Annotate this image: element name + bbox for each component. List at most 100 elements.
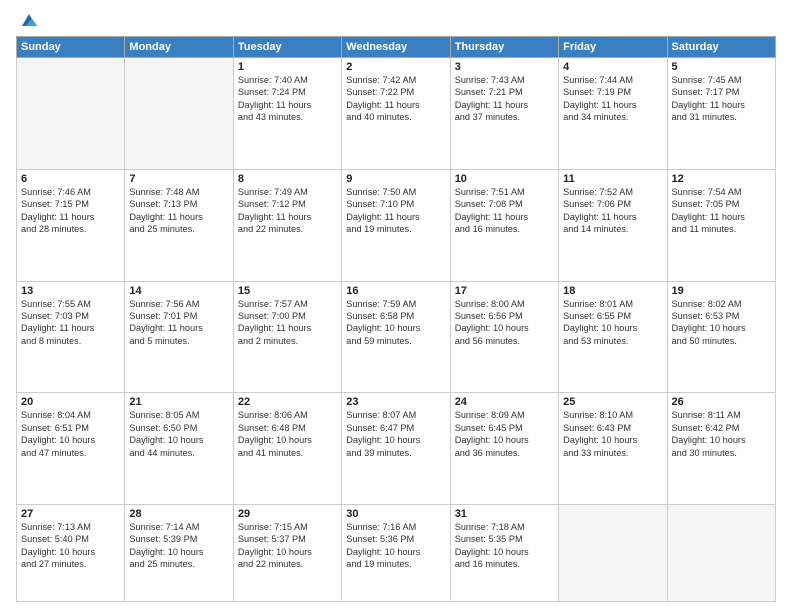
day-number: 31 [455, 508, 554, 520]
day-info: Sunrise: 7:44 AM Sunset: 7:19 PM Dayligh… [563, 74, 662, 124]
day-number: 14 [129, 285, 228, 297]
calendar-cell: 17Sunrise: 8:00 AM Sunset: 6:56 PM Dayli… [450, 281, 558, 393]
weekday-header-row: SundayMondayTuesdayWednesdayThursdayFrid… [17, 37, 776, 58]
day-number: 24 [455, 396, 554, 408]
weekday-header-sunday: Sunday [17, 37, 125, 58]
calendar-cell [667, 505, 775, 602]
day-number: 29 [238, 508, 337, 520]
day-info: Sunrise: 7:45 AM Sunset: 7:17 PM Dayligh… [672, 74, 771, 124]
day-info: Sunrise: 8:05 AM Sunset: 6:50 PM Dayligh… [129, 409, 228, 459]
logo-icon [20, 12, 38, 30]
calendar-cell: 30Sunrise: 7:16 AM Sunset: 5:36 PM Dayli… [342, 505, 450, 602]
calendar-table: SundayMondayTuesdayWednesdayThursdayFrid… [16, 36, 776, 602]
day-number: 2 [346, 61, 445, 73]
day-number: 7 [129, 173, 228, 185]
day-info: Sunrise: 7:51 AM Sunset: 7:08 PM Dayligh… [455, 186, 554, 236]
day-number: 5 [672, 61, 771, 73]
calendar-cell: 16Sunrise: 7:59 AM Sunset: 6:58 PM Dayli… [342, 281, 450, 393]
day-number: 23 [346, 396, 445, 408]
calendar-cell: 9Sunrise: 7:50 AM Sunset: 7:10 PM Daylig… [342, 169, 450, 281]
weekday-header-wednesday: Wednesday [342, 37, 450, 58]
day-number: 9 [346, 173, 445, 185]
calendar-cell: 18Sunrise: 8:01 AM Sunset: 6:55 PM Dayli… [559, 281, 667, 393]
day-info: Sunrise: 8:09 AM Sunset: 6:45 PM Dayligh… [455, 409, 554, 459]
day-info: Sunrise: 8:00 AM Sunset: 6:56 PM Dayligh… [455, 298, 554, 348]
calendar-cell [17, 58, 125, 170]
week-row-2: 6Sunrise: 7:46 AM Sunset: 7:15 PM Daylig… [17, 169, 776, 281]
calendar-cell: 31Sunrise: 7:18 AM Sunset: 5:35 PM Dayli… [450, 505, 558, 602]
day-info: Sunrise: 7:54 AM Sunset: 7:05 PM Dayligh… [672, 186, 771, 236]
day-info: Sunrise: 8:01 AM Sunset: 6:55 PM Dayligh… [563, 298, 662, 348]
day-info: Sunrise: 8:06 AM Sunset: 6:48 PM Dayligh… [238, 409, 337, 459]
calendar-cell: 23Sunrise: 8:07 AM Sunset: 6:47 PM Dayli… [342, 393, 450, 505]
calendar-cell: 28Sunrise: 7:14 AM Sunset: 5:39 PM Dayli… [125, 505, 233, 602]
calendar-cell: 4Sunrise: 7:44 AM Sunset: 7:19 PM Daylig… [559, 58, 667, 170]
day-number: 3 [455, 61, 554, 73]
day-info: Sunrise: 7:50 AM Sunset: 7:10 PM Dayligh… [346, 186, 445, 236]
day-number: 6 [21, 173, 120, 185]
calendar-cell: 25Sunrise: 8:10 AM Sunset: 6:43 PM Dayli… [559, 393, 667, 505]
calendar-cell [125, 58, 233, 170]
header [16, 12, 776, 30]
calendar-cell: 5Sunrise: 7:45 AM Sunset: 7:17 PM Daylig… [667, 58, 775, 170]
calendar-cell: 8Sunrise: 7:49 AM Sunset: 7:12 PM Daylig… [233, 169, 341, 281]
day-info: Sunrise: 7:55 AM Sunset: 7:03 PM Dayligh… [21, 298, 120, 348]
calendar-cell: 29Sunrise: 7:15 AM Sunset: 5:37 PM Dayli… [233, 505, 341, 602]
day-number: 27 [21, 508, 120, 520]
calendar-cell: 10Sunrise: 7:51 AM Sunset: 7:08 PM Dayli… [450, 169, 558, 281]
calendar-cell [559, 505, 667, 602]
day-info: Sunrise: 8:10 AM Sunset: 6:43 PM Dayligh… [563, 409, 662, 459]
day-number: 4 [563, 61, 662, 73]
day-info: Sunrise: 7:42 AM Sunset: 7:22 PM Dayligh… [346, 74, 445, 124]
day-info: Sunrise: 8:02 AM Sunset: 6:53 PM Dayligh… [672, 298, 771, 348]
weekday-header-tuesday: Tuesday [233, 37, 341, 58]
day-info: Sunrise: 7:56 AM Sunset: 7:01 PM Dayligh… [129, 298, 228, 348]
day-number: 18 [563, 285, 662, 297]
calendar-cell: 1Sunrise: 7:40 AM Sunset: 7:24 PM Daylig… [233, 58, 341, 170]
weekday-header-friday: Friday [559, 37, 667, 58]
week-row-1: 1Sunrise: 7:40 AM Sunset: 7:24 PM Daylig… [17, 58, 776, 170]
day-info: Sunrise: 7:59 AM Sunset: 6:58 PM Dayligh… [346, 298, 445, 348]
calendar-cell: 21Sunrise: 8:05 AM Sunset: 6:50 PM Dayli… [125, 393, 233, 505]
day-number: 22 [238, 396, 337, 408]
day-number: 19 [672, 285, 771, 297]
day-number: 13 [21, 285, 120, 297]
logo [16, 12, 38, 30]
day-number: 17 [455, 285, 554, 297]
day-number: 1 [238, 61, 337, 73]
day-info: Sunrise: 8:07 AM Sunset: 6:47 PM Dayligh… [346, 409, 445, 459]
day-info: Sunrise: 7:15 AM Sunset: 5:37 PM Dayligh… [238, 521, 337, 571]
day-number: 12 [672, 173, 771, 185]
calendar-cell: 11Sunrise: 7:52 AM Sunset: 7:06 PM Dayli… [559, 169, 667, 281]
day-info: Sunrise: 7:18 AM Sunset: 5:35 PM Dayligh… [455, 521, 554, 571]
calendar-cell: 6Sunrise: 7:46 AM Sunset: 7:15 PM Daylig… [17, 169, 125, 281]
day-info: Sunrise: 7:46 AM Sunset: 7:15 PM Dayligh… [21, 186, 120, 236]
day-number: 25 [563, 396, 662, 408]
day-number: 16 [346, 285, 445, 297]
day-info: Sunrise: 7:40 AM Sunset: 7:24 PM Dayligh… [238, 74, 337, 124]
calendar-cell: 12Sunrise: 7:54 AM Sunset: 7:05 PM Dayli… [667, 169, 775, 281]
weekday-header-saturday: Saturday [667, 37, 775, 58]
day-info: Sunrise: 7:49 AM Sunset: 7:12 PM Dayligh… [238, 186, 337, 236]
calendar-cell: 7Sunrise: 7:48 AM Sunset: 7:13 PM Daylig… [125, 169, 233, 281]
calendar-cell: 13Sunrise: 7:55 AM Sunset: 7:03 PM Dayli… [17, 281, 125, 393]
day-number: 10 [455, 173, 554, 185]
weekday-header-monday: Monday [125, 37, 233, 58]
calendar-cell: 24Sunrise: 8:09 AM Sunset: 6:45 PM Dayli… [450, 393, 558, 505]
day-info: Sunrise: 7:14 AM Sunset: 5:39 PM Dayligh… [129, 521, 228, 571]
day-number: 26 [672, 396, 771, 408]
calendar-cell: 22Sunrise: 8:06 AM Sunset: 6:48 PM Dayli… [233, 393, 341, 505]
day-info: Sunrise: 7:43 AM Sunset: 7:21 PM Dayligh… [455, 74, 554, 124]
calendar-cell: 20Sunrise: 8:04 AM Sunset: 6:51 PM Dayli… [17, 393, 125, 505]
calendar-cell: 27Sunrise: 7:13 AM Sunset: 5:40 PM Dayli… [17, 505, 125, 602]
day-info: Sunrise: 7:52 AM Sunset: 7:06 PM Dayligh… [563, 186, 662, 236]
day-info: Sunrise: 8:11 AM Sunset: 6:42 PM Dayligh… [672, 409, 771, 459]
day-number: 8 [238, 173, 337, 185]
day-info: Sunrise: 7:13 AM Sunset: 5:40 PM Dayligh… [21, 521, 120, 571]
day-number: 11 [563, 173, 662, 185]
calendar-cell: 3Sunrise: 7:43 AM Sunset: 7:21 PM Daylig… [450, 58, 558, 170]
page: SundayMondayTuesdayWednesdayThursdayFrid… [0, 0, 792, 612]
day-number: 20 [21, 396, 120, 408]
week-row-3: 13Sunrise: 7:55 AM Sunset: 7:03 PM Dayli… [17, 281, 776, 393]
calendar-cell: 26Sunrise: 8:11 AM Sunset: 6:42 PM Dayli… [667, 393, 775, 505]
